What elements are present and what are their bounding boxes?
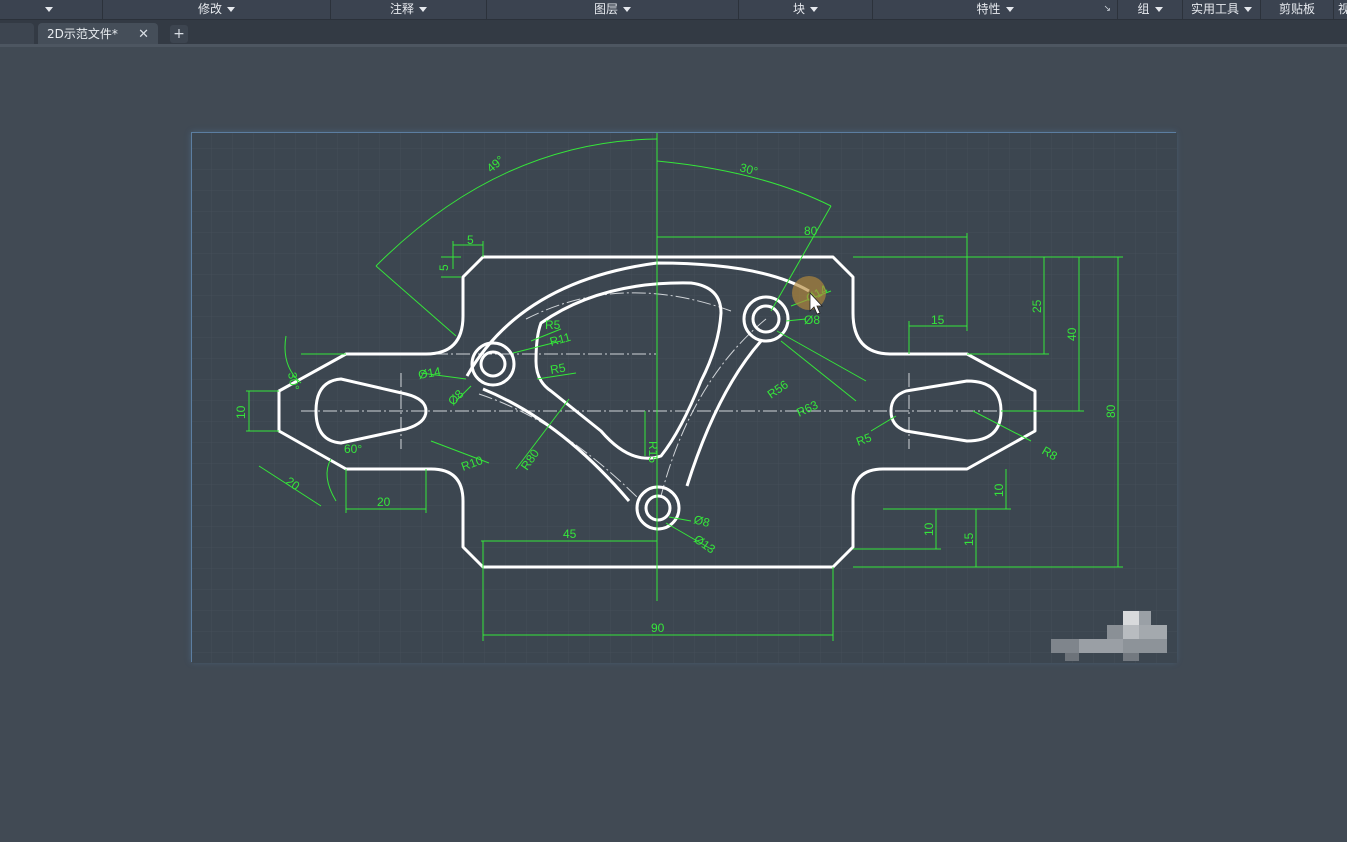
panel-label: 注释 <box>389 2 414 16</box>
dim-text: 15 <box>962 532 976 546</box>
panel-label: 图层 <box>593 2 618 16</box>
panel-label: 组 <box>1137 2 1150 16</box>
panel-block-dropdown[interactable]: 块 <box>739 0 873 19</box>
dropdown-arrow-icon <box>810 7 818 12</box>
panel-layers-dropdown[interactable]: 图层 <box>487 0 739 19</box>
panel-properties-dropdown[interactable]: 特性 ↘ <box>873 0 1118 19</box>
dropdown-arrow-icon <box>623 7 631 12</box>
panel-label: 特性 <box>976 2 1001 16</box>
grid <box>192 133 1177 663</box>
dim-text: 10 <box>234 405 248 419</box>
dim-text: 5 <box>467 233 474 247</box>
panel-label: 剪贴板 <box>1278 2 1315 16</box>
dropdown-arrow-icon <box>227 7 235 12</box>
panel-modify-dropdown[interactable]: 修改 <box>103 0 331 19</box>
dim-text: 20 <box>377 495 391 509</box>
dim-text: R5 <box>545 318 561 332</box>
cad-drawing[interactable]: 49° 30° 80 5 5 25 40 80 15 Ø14 Ø8 R5 R11… <box>192 133 1177 663</box>
dim-text: 10 <box>992 483 1006 497</box>
drawing-sheet[interactable]: 49° 30° 80 5 5 25 40 80 15 Ø14 Ø8 R5 R11… <box>191 132 1177 663</box>
dim-text: 10 <box>922 522 936 536</box>
tab-previous-document[interactable] <box>0 23 34 46</box>
dropdown-arrow-icon <box>1244 7 1252 12</box>
dim-text: 40 <box>1065 327 1079 341</box>
dropdown-arrow-icon <box>419 7 427 12</box>
dim-text: 90 <box>651 621 665 635</box>
panel-clipboard[interactable]: 剪贴板 <box>1261 0 1334 19</box>
dim-text: R5 <box>549 360 567 377</box>
panel-label: 块 <box>792 2 805 16</box>
dim-text: 15 <box>931 313 945 327</box>
dim-text: Ø8 <box>804 313 820 327</box>
panel-label: 实用工具 <box>1190 2 1239 16</box>
panel-annotate-dropdown[interactable]: 注释 <box>331 0 487 19</box>
dim-text: 45 <box>563 527 577 541</box>
dropdown-arrow-icon <box>44 7 53 12</box>
panel-utilities-dropdown[interactable]: 实用工具 <box>1183 0 1261 19</box>
dropdown-arrow-icon <box>1005 7 1014 12</box>
panel-label: 修改 <box>197 2 222 16</box>
document-tab-strip: 2D示范文件* ✕ + <box>0 20 1347 46</box>
dim-text: 80 <box>1104 404 1118 418</box>
dim-text: 5 <box>437 264 451 271</box>
tab-label: 2D示范文件* <box>47 27 118 41</box>
panel-label: 视 <box>1338 2 1347 16</box>
new-tab-button[interactable]: + <box>170 25 188 43</box>
dim-text: 80 <box>804 224 818 238</box>
panel-view-partial[interactable]: 视 <box>1334 0 1347 19</box>
dim-text: 25 <box>1030 299 1044 313</box>
dialog-launcher-icon[interactable]: ↘ <box>1103 0 1111 19</box>
panel-groups-dropdown[interactable]: 组 <box>1118 0 1183 19</box>
tab-2d-demo-file[interactable]: 2D示范文件* ✕ <box>38 23 158 46</box>
panel-view-dropdown[interactable] <box>0 0 103 19</box>
dropdown-arrow-icon <box>1154 7 1163 12</box>
dim-text: 60° <box>344 442 362 456</box>
close-tab-icon[interactable]: ✕ <box>138 23 149 46</box>
dim-text: R15 <box>646 441 660 463</box>
ribbon-panel-bar: 修改 注释 图层 块 特性 ↘ 组 实用工具 剪贴板 视 <box>0 0 1347 20</box>
